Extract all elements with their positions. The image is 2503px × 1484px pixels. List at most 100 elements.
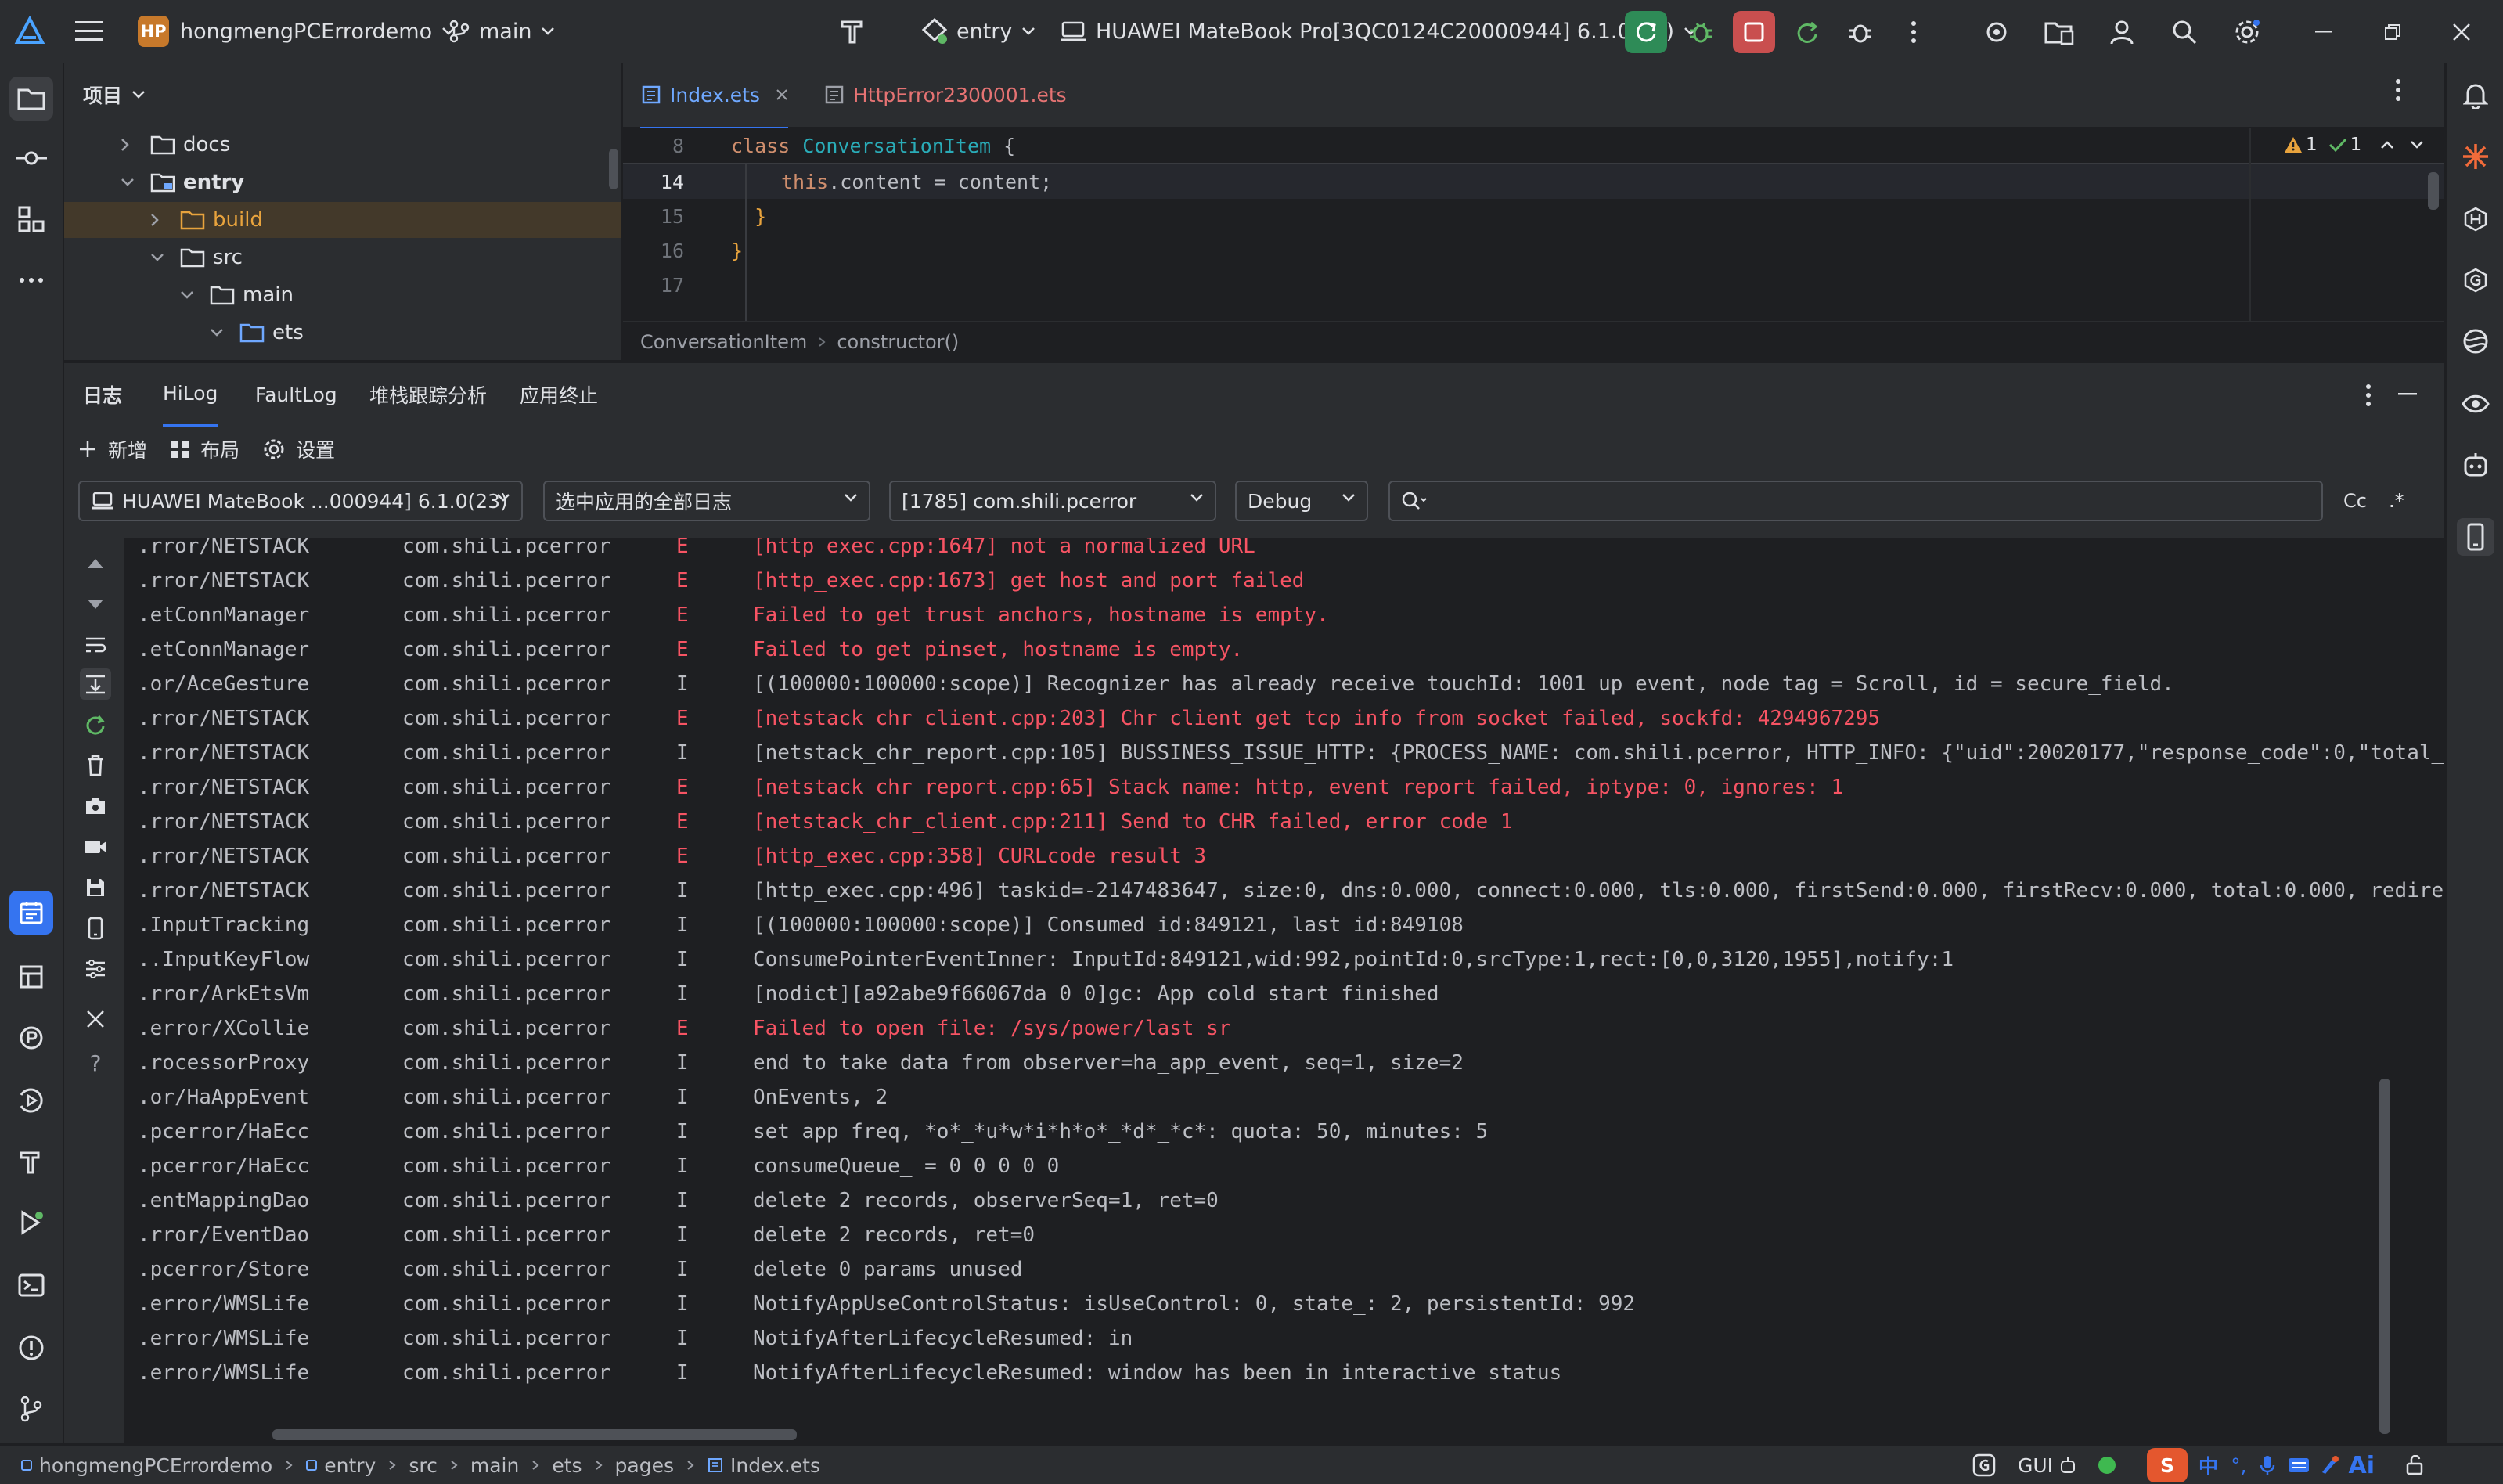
- log-row[interactable]: .rror/NETSTACK com.shili.pcerror E [http_ex…: [124, 538, 2444, 564]
- close-icon[interactable]: [776, 88, 788, 101]
- notifications-button[interactable]: [2457, 77, 2494, 114]
- stop-button[interactable]: [1733, 11, 1775, 53]
- punctuation-icon[interactable]: °,: [2231, 1454, 2246, 1477]
- previewer-tool-button[interactable]: [2457, 385, 2494, 423]
- ai-assistant-button[interactable]: [2457, 138, 2494, 175]
- log-row[interactable]: .entMappingDao com.shili.pcerror Idelete 2…: [124, 1183, 2444, 1218]
- project-switcher[interactable]: HP hongmengPCErrordemo: [138, 0, 456, 63]
- debug-button[interactable]: [1680, 11, 1722, 53]
- code-line-16[interactable]: 16 }: [623, 233, 2444, 268]
- log-row[interactable]: .InputTracking com.shili.pcerror I [(100000…: [124, 908, 2444, 942]
- keyboard-icon[interactable]: [2288, 1456, 2310, 1475]
- save-log-button[interactable]: [80, 872, 111, 903]
- status-breadcrumb-item[interactable]: hongmengPCErrordemo: [39, 1454, 272, 1477]
- status-breadcrumb-item[interactable]: src: [409, 1454, 438, 1477]
- log-horizontal-scrollbar[interactable]: [272, 1429, 797, 1440]
- layout-button[interactable]: 布局: [171, 435, 239, 463]
- ime-language[interactable]: 中: [2199, 1451, 2218, 1479]
- tab-app-termination[interactable]: 应用终止: [520, 362, 598, 427]
- device-selector[interactable]: HUAWEI MateBook Pro[3QC0124C20000944] 6.…: [1060, 0, 1698, 63]
- chevron-down-icon[interactable]: [150, 253, 180, 262]
- app-logo-icon[interactable]: [14, 0, 45, 63]
- build-tool-button[interactable]: [13, 1143, 50, 1180]
- log-row[interactable]: .etConnManager com.shili.pcerror E Failed t…: [124, 598, 2444, 632]
- services-tool-button[interactable]: [13, 1082, 50, 1119]
- log-output[interactable]: .rror/NETSTACK com.shili.pcerror E [http_ex…: [124, 538, 2444, 1443]
- close-log-button[interactable]: [80, 1003, 111, 1035]
- ai-icon[interactable]: Ai: [2349, 1452, 2375, 1479]
- chevron-right-icon[interactable]: [121, 138, 150, 152]
- apply-changes-button[interactable]: [1786, 11, 1828, 53]
- screenshot-button[interactable]: [80, 791, 111, 822]
- chevron-down-icon[interactable]: [121, 178, 150, 187]
- status-breadcrumb-item[interactable]: main: [470, 1454, 519, 1477]
- inspection-widget[interactable]: 1 1: [2284, 135, 2424, 155]
- soft-wrap-button[interactable]: [80, 629, 111, 661]
- log-row[interactable]: .rror/NETSTACK com.shili.pcerror E [http_ex…: [124, 839, 2444, 873]
- ime-logo-icon[interactable]: S: [2147, 1448, 2188, 1482]
- tab-httperror-ets[interactable]: HttpError2300001.ets: [823, 63, 1067, 127]
- scroll-to-end-button[interactable]: [80, 668, 111, 700]
- status-breadcrumb-item[interactable]: entry: [324, 1454, 376, 1477]
- tab-hilog[interactable]: HiLog: [163, 362, 218, 427]
- log-row[interactable]: .etConnManager com.shili.pcerror E Failed t…: [124, 632, 2444, 667]
- breadcrumb-item[interactable]: ConversationItem: [640, 331, 807, 353]
- log-row[interactable]: .rror/NETSTACK com.shili.pcerror E [netstac…: [124, 701, 2444, 736]
- run-config-selector[interactable]: entry: [920, 0, 1035, 63]
- clear-log-button[interactable]: [80, 750, 111, 781]
- code-line-15[interactable]: 15 }: [623, 199, 2444, 233]
- chevron-down-icon[interactable]: [180, 290, 210, 300]
- match-case-toggle[interactable]: Cc: [2343, 481, 2367, 521]
- tab-index-ets[interactable]: Index.ets: [640, 63, 788, 130]
- log-row[interactable]: .or/HaAppEvent com.shili.pcerror I OnEvents…: [124, 1080, 2444, 1115]
- log-row[interactable]: .pcerror/Store com.shili.pcerror Idelete 0…: [124, 1252, 2444, 1287]
- log-tool-button[interactable]: [9, 891, 53, 935]
- tree-item-build[interactable]: build: [64, 202, 621, 238]
- log-row[interactable]: .error/WMSLife com.shili.pcerror I NotifyAp…: [124, 1287, 2444, 1321]
- code-line-14[interactable]: 14 this .content = content;: [623, 164, 2444, 199]
- g-badge-icon[interactable]: [1972, 1453, 1996, 1477]
- log-row[interactable]: .rror/NETSTACK com.shili.pcerror E [http_ex…: [124, 564, 2444, 598]
- profiler-tool-button[interactable]: [13, 958, 50, 996]
- device-view-button[interactable]: [80, 913, 111, 944]
- microphone-icon[interactable]: [2260, 1454, 2275, 1476]
- scope-filter-dropdown[interactable]: 选中应用的全部日志: [543, 481, 870, 521]
- device-tool-button[interactable]: [2457, 518, 2494, 556]
- project-panel-header[interactable]: 项目: [83, 63, 146, 127]
- process-filter-dropdown[interactable]: [1785] com.shili.pcerror: [889, 481, 1216, 521]
- scroll-down-button[interactable]: [80, 589, 111, 620]
- chevron-right-icon[interactable]: [150, 213, 180, 227]
- tab-stacktrace[interactable]: 堆栈跟踪分析: [369, 362, 487, 427]
- tab-faultlog[interactable]: FaultLog: [255, 362, 337, 427]
- main-menu-icon[interactable]: [75, 0, 103, 63]
- add-log-button[interactable]: 新增: [78, 435, 147, 463]
- run-tool-button[interactable]: [13, 1204, 50, 1241]
- terminal-tool-button[interactable]: [13, 1266, 50, 1304]
- minimize-panel-button[interactable]: [2398, 393, 2417, 396]
- attach-debugger-button[interactable]: [1839, 11, 1882, 53]
- status-breadcrumb-item[interactable]: Index.ets: [730, 1454, 820, 1477]
- log-row[interactable]: .pcerror/HaEcc com.shili.pcerror IconsumeQ…: [124, 1149, 2444, 1183]
- editor-scrollbar[interactable]: [2428, 172, 2439, 210]
- close-window-button[interactable]: [2440, 11, 2483, 53]
- hammer-build-icon[interactable]: [837, 0, 869, 63]
- restart-log-button[interactable]: [80, 709, 111, 740]
- log-row[interactable]: .rror/NETSTACK com.shili.pcerror E [netstac…: [124, 805, 2444, 839]
- code-line-17[interactable]: 17: [623, 268, 2444, 302]
- log-row[interactable]: .rror/NETSTACK com.shili.pcerror I [netstac…: [124, 736, 2444, 770]
- restore-window-button[interactable]: [2372, 11, 2414, 53]
- project-tool-button[interactable]: [9, 77, 53, 121]
- search-button[interactable]: [2163, 11, 2206, 53]
- panel-options-button[interactable]: [2365, 384, 2372, 407]
- regex-toggle[interactable]: .*: [2389, 481, 2404, 521]
- device-filter-dropdown[interactable]: HUAWEI MateBook ...000944] 6.1.0(23): [78, 481, 523, 521]
- log-row[interactable]: .error/WMSLife com.shili.pcerror I NotifyAf…: [124, 1321, 2444, 1356]
- codegenie-tool-button[interactable]: [2457, 446, 2494, 484]
- preview-tool-button[interactable]: [13, 1019, 50, 1057]
- editor-tabs-menu-button[interactable]: [2395, 78, 2401, 102]
- branch-switcher[interactable]: main: [449, 0, 555, 63]
- log-row[interactable]: .pcerror/HaEcc com.shili.pcerror Iset app …: [124, 1115, 2444, 1149]
- tree-item-main[interactable]: main: [64, 277, 621, 313]
- device-manager-button[interactable]: [2038, 11, 2080, 53]
- tree-item-docs[interactable]: docs: [64, 127, 621, 163]
